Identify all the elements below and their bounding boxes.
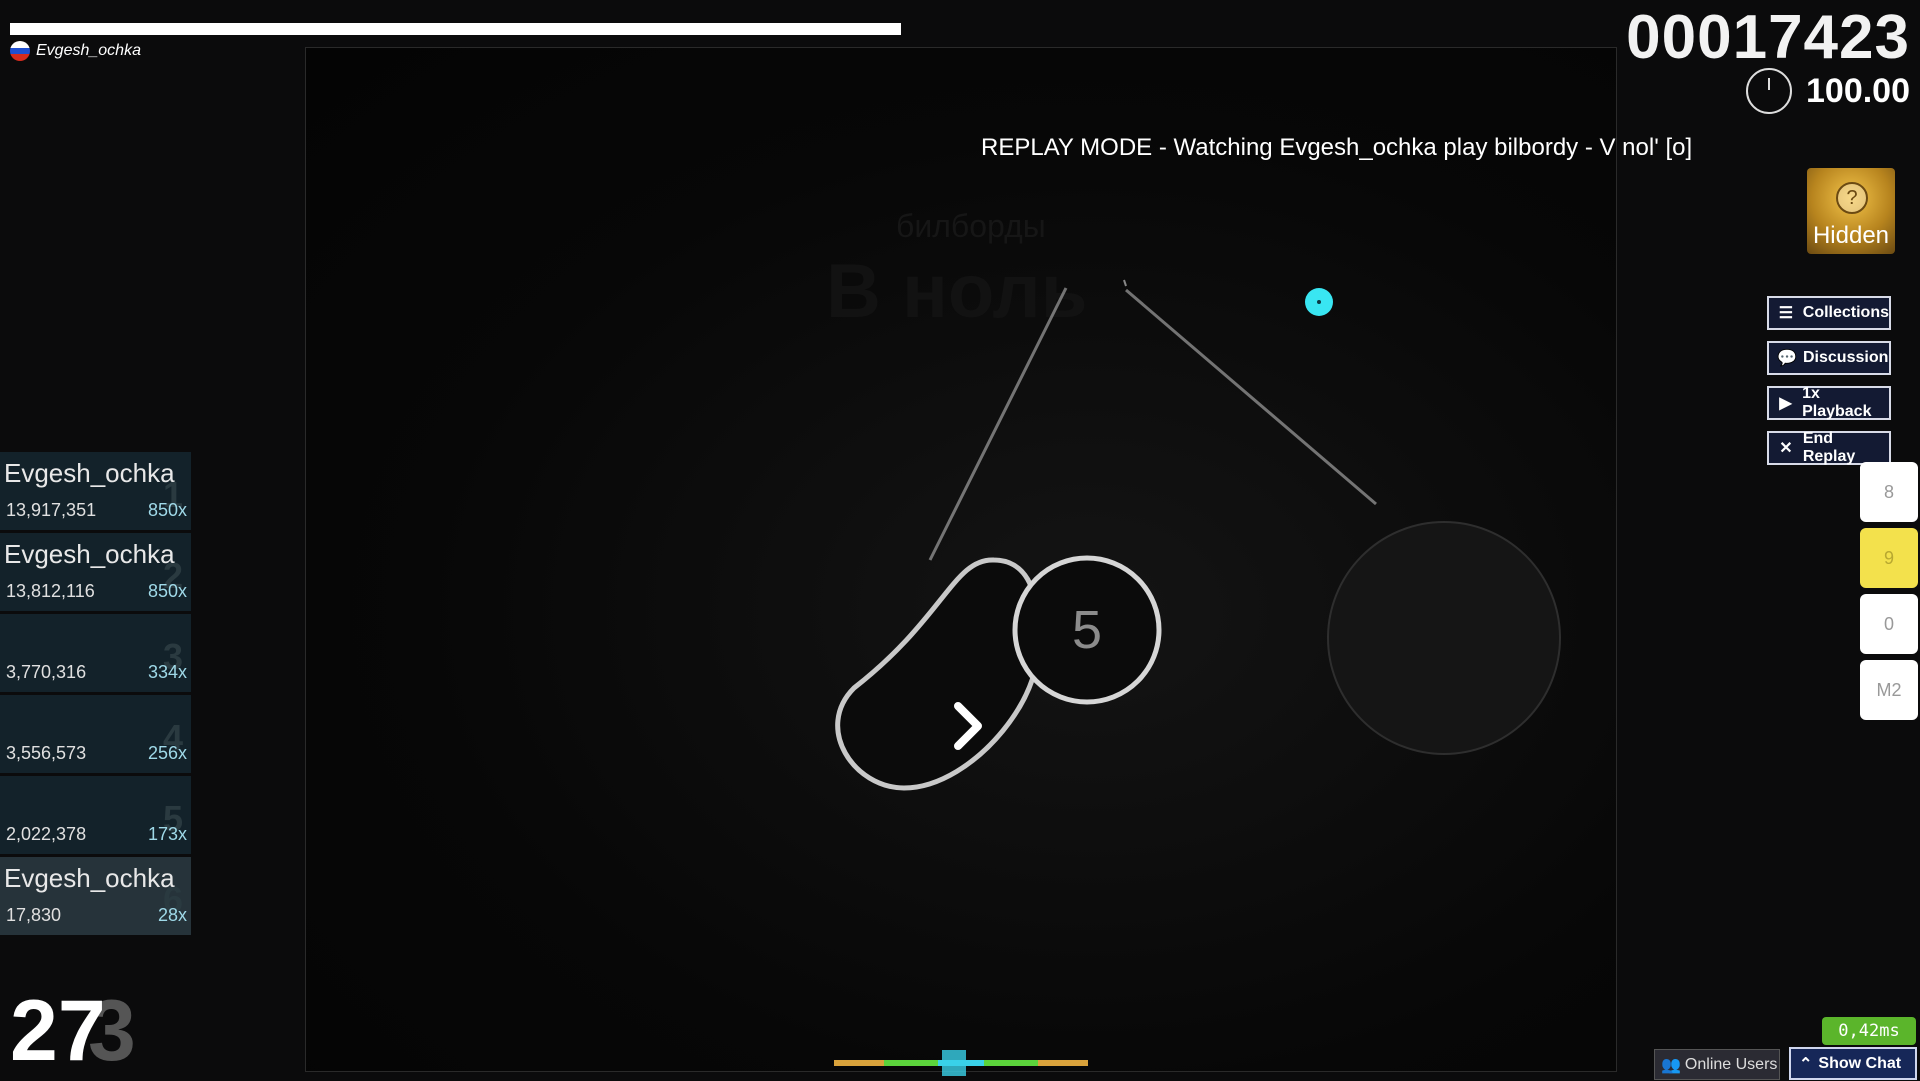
show-chat-button[interactable]: ⌃ Show Chat: [1789, 1047, 1917, 1080]
list-icon: ☰: [1778, 305, 1794, 322]
cursor-dot: [1317, 300, 1321, 304]
question-mark-icon: ?: [1836, 182, 1868, 214]
discussion-label: Discussion: [1803, 349, 1889, 366]
cursor-trail: [1123, 279, 1127, 287]
leaderboard-combo: 173x: [147, 824, 187, 844]
leaderboard-combo: 850x: [147, 581, 187, 601]
player-name: Evgesh_ochka: [36, 42, 141, 59]
leaderboard-row: 1 Evgesh_ochka 13,917,351 850x: [0, 452, 191, 530]
cursor-trail-a: [1125, 288, 1377, 506]
leaderboard-score: 3,770,316: [6, 662, 87, 682]
player-tag: Evgesh_ochka: [10, 41, 141, 61]
leaderboard: 1 Evgesh_ochka 13,917,351 850x 2 Evgesh_…: [0, 452, 191, 938]
key-0: 0: [1860, 594, 1918, 654]
hit-error-marker: [942, 1050, 966, 1076]
leaderboard-combo: 334x: [147, 662, 187, 682]
playback-label: 1x Playback: [1802, 385, 1872, 420]
online-users-button[interactable]: 👥 Online Users: [1654, 1049, 1780, 1080]
end-replay-button[interactable]: ✕ End Replay: [1767, 430, 1891, 465]
leaderboard-combo: 256x: [147, 743, 187, 763]
leaderboard-score: 13,917,351: [6, 500, 97, 520]
leaderboard-score: 3,556,573: [6, 743, 87, 763]
health-bar: [10, 23, 901, 35]
playback-speed-button[interactable]: ▶ 1x Playback: [1767, 385, 1891, 420]
key-m2: M2: [1860, 660, 1918, 720]
key-overlay: 8 9 0 M2: [1860, 462, 1920, 726]
score-counter: 00017423: [1626, 3, 1910, 72]
slider-body: [835, 557, 1041, 791]
collections-button[interactable]: ☰ Collections: [1767, 296, 1891, 330]
leaderboard-score: 13,812,116: [6, 581, 95, 601]
users-icon: 👥: [1661, 1056, 1681, 1074]
chat-bubbles-icon: 💬: [1777, 350, 1797, 367]
leaderboard-name: Evgesh_ochka: [4, 458, 175, 488]
accuracy-value: 100.00: [1806, 71, 1910, 110]
leaderboard-name: Evgesh_ochka: [4, 539, 175, 569]
approach-circle: [1327, 521, 1561, 755]
gameplay-objects: 5: [835, 279, 1561, 791]
hit-circle-number: 5: [1072, 600, 1102, 660]
playfield: билборды В ноль 5: [305, 47, 1617, 1072]
leaderboard-row: 3 3,770,316 334x: [0, 614, 191, 692]
online-users-label: Online Users: [1684, 1055, 1778, 1073]
discussion-button[interactable]: 💬 Discussion: [1767, 341, 1891, 375]
leaderboard-combo: 850x: [147, 500, 187, 520]
show-chat-label: Show Chat: [1818, 1054, 1902, 1072]
key-9: 9: [1860, 528, 1918, 588]
leaderboard-row: 5 2,022,378 173x: [0, 776, 191, 854]
russia-flag-icon: [10, 41, 30, 61]
key-8: 8: [1860, 462, 1918, 522]
mod-hidden-badge: ? Hidden: [1807, 168, 1895, 254]
play-icon: ▶: [1779, 395, 1792, 412]
replay-banner: REPLAY MODE - Watching Evgesh_ochka play…: [981, 134, 1693, 161]
end-replay-label: End Replay: [1802, 430, 1856, 465]
leaderboard-score: 17,830: [6, 905, 62, 925]
leaderboard-score: 2,022,378: [6, 824, 87, 844]
progress-pie-icon: [1746, 68, 1792, 114]
mod-hidden-label: Hidden: [1812, 222, 1890, 249]
cursor-trail-b: [928, 287, 1068, 561]
close-icon: ✕: [1779, 440, 1793, 457]
chevron-up-icon: ⌃: [1799, 1055, 1813, 1073]
combo-counter: 27: [10, 983, 106, 1079]
collections-label: Collections: [1802, 304, 1889, 321]
ping-indicator: 0,42ms: [1822, 1017, 1916, 1045]
leaderboard-combo: 28x: [157, 905, 187, 925]
leaderboard-row: 2 Evgesh_ochka 13,812,116 850x: [0, 533, 191, 611]
leaderboard-row: 4 3,556,573 256x: [0, 695, 191, 773]
leaderboard-name: Evgesh_ochka: [4, 863, 175, 893]
leaderboard-row-current: 6 Evgesh_ochka 17,830 28x: [0, 857, 191, 935]
accuracy-row: 100.00: [1746, 68, 1910, 114]
